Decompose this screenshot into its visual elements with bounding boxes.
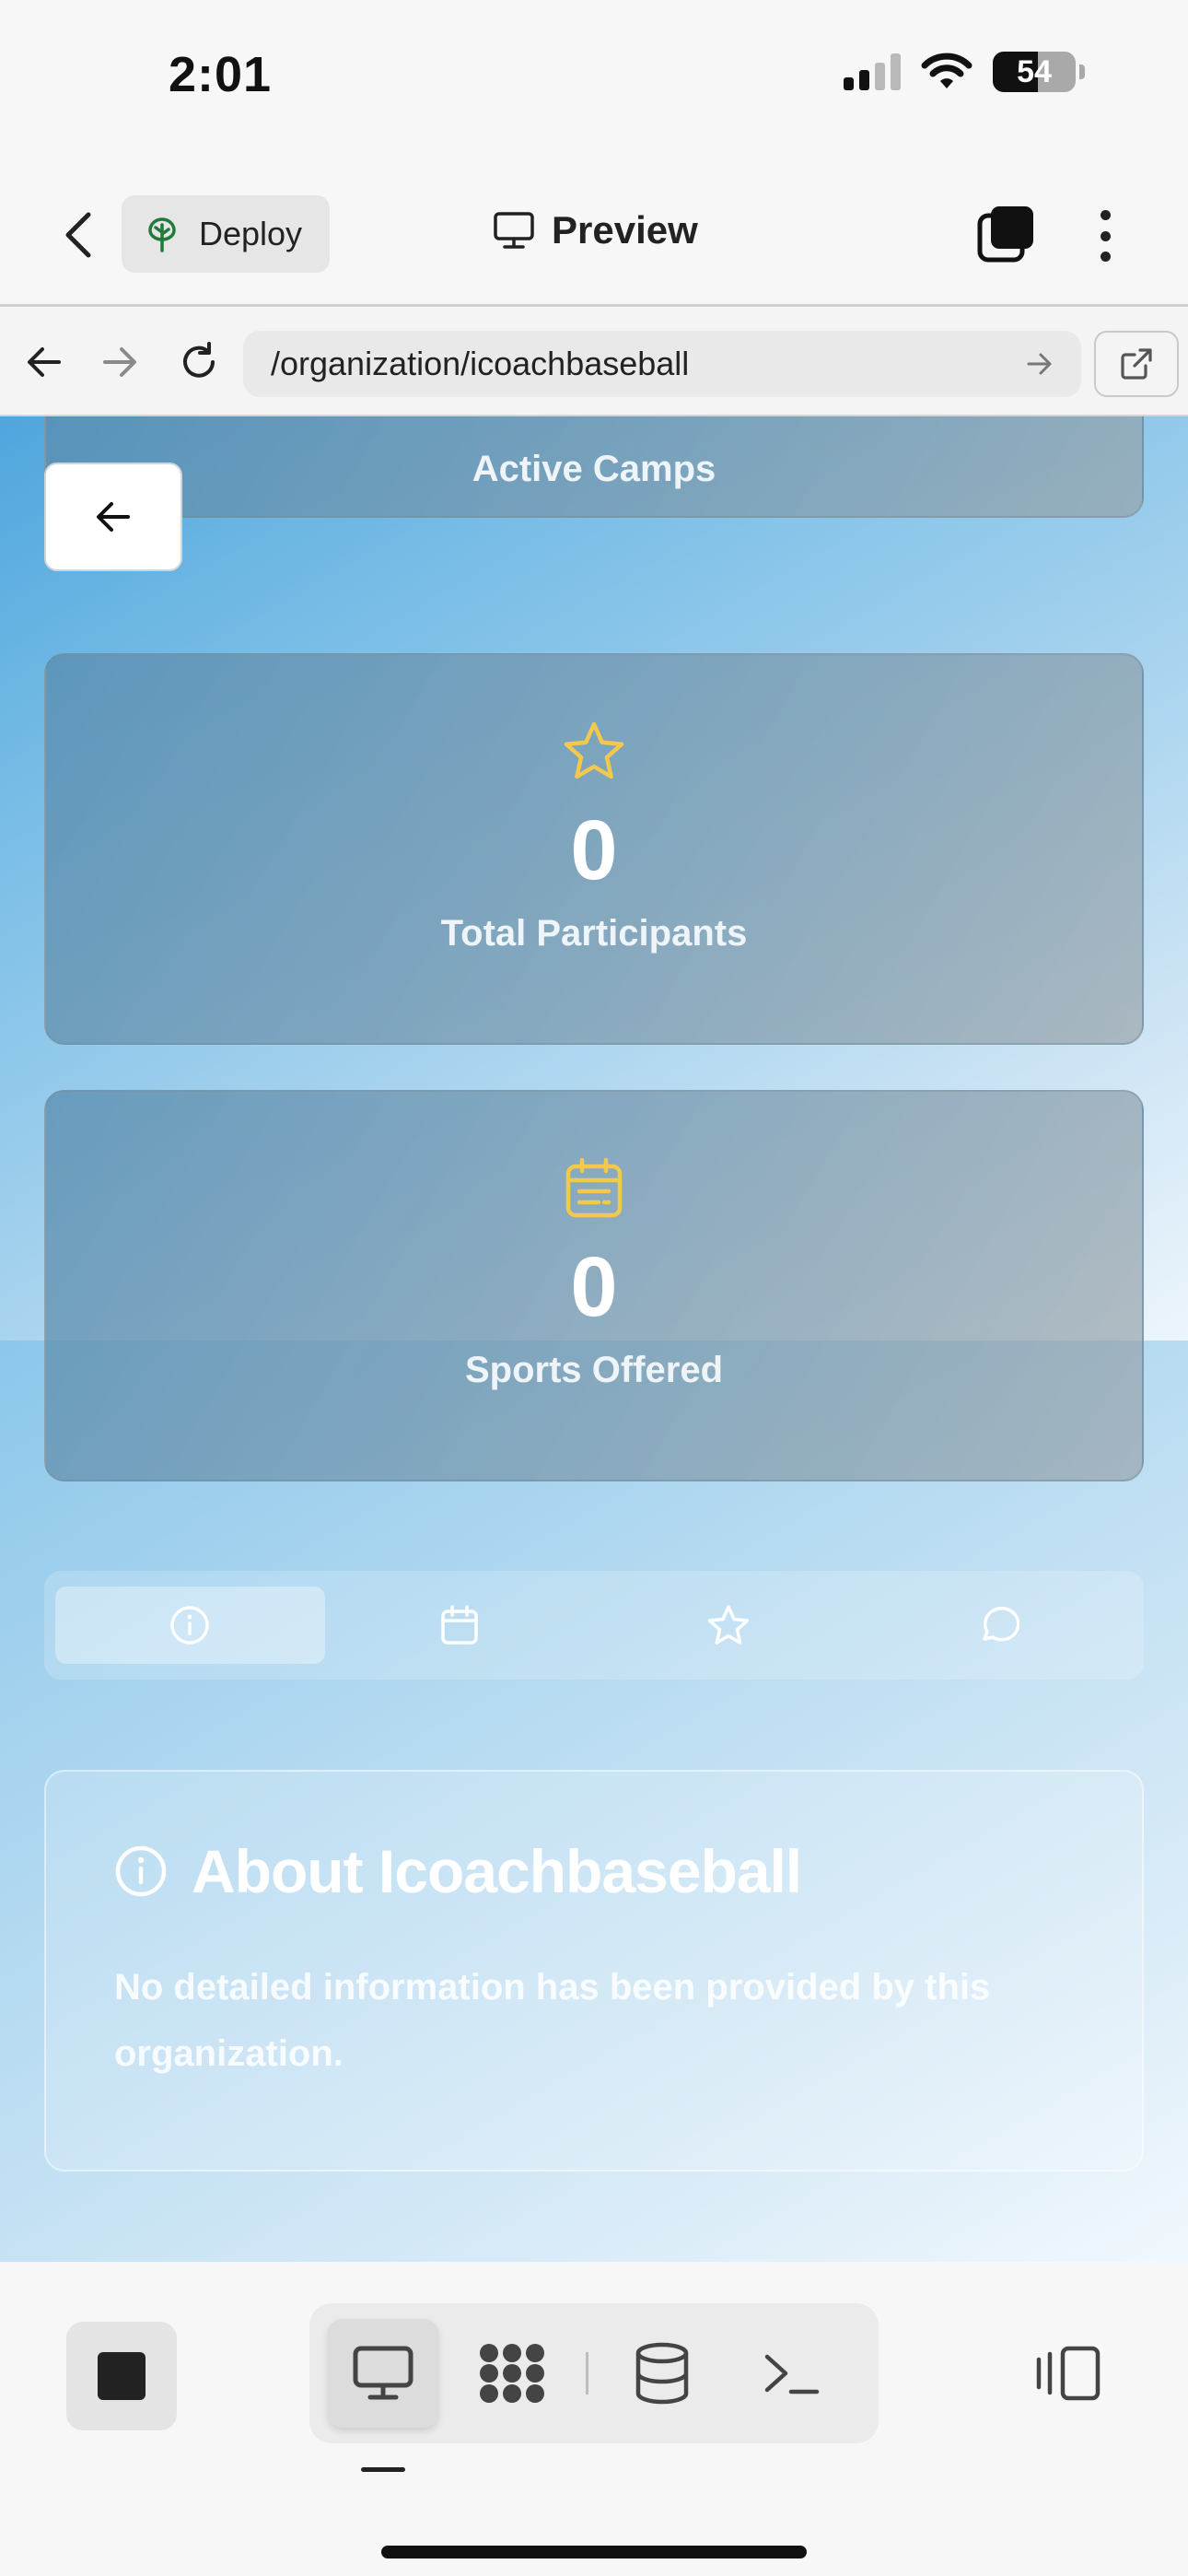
tool-database[interactable]: [607, 2319, 717, 2428]
page-back-button[interactable]: [44, 463, 182, 571]
stat-card-active-camps: 0 Active Camps: [44, 416, 1144, 518]
stat-label: Sports Offered: [464, 1350, 724, 1390]
bottom-toolbar: [0, 2262, 1188, 2576]
stat-label: Active Camps: [472, 449, 716, 489]
status-bar: 2:01 54: [0, 0, 1188, 166]
apps-icon: [480, 2344, 544, 2403]
stop-icon: [98, 2352, 146, 2400]
tabs-icon[interactable]: [976, 205, 1035, 263]
preview-title: Preview: [493, 208, 698, 252]
calendar-icon: [441, 1605, 478, 1645]
chevron-left-icon[interactable]: [55, 207, 101, 263]
home-indicator: [381, 2546, 807, 2558]
stat-value: 0: [570, 1240, 618, 1334]
go-arrow-icon[interactable]: [1026, 352, 1054, 376]
tab-info[interactable]: [55, 1587, 325, 1664]
status-time: 2:01: [169, 47, 273, 102]
stat-value: 0: [570, 416, 617, 426]
deploy-label: Deploy: [199, 215, 303, 252]
stat-label: Total Participants: [440, 913, 748, 954]
external-link-icon: [1121, 348, 1152, 380]
star-icon: [708, 1605, 750, 1645]
tab-messages[interactable]: [864, 1587, 1134, 1664]
active-tool-indicator: [361, 2467, 405, 2472]
tool-divider: [586, 2352, 588, 2395]
info-icon: [115, 1845, 167, 1897]
monitor-icon: [353, 2346, 413, 2400]
about-title-text: About Icoachbaseball: [192, 1837, 802, 1905]
arrow-left-icon[interactable]: [17, 334, 72, 390]
about-card: About Icoachbaseball No detailed informa…: [44, 1770, 1144, 2172]
url-input[interactable]: /organization/icoachbaseball: [243, 331, 1081, 397]
more-vertical-icon[interactable]: [1087, 206, 1124, 265]
stat-value: 0: [570, 803, 618, 897]
external-link-button[interactable]: [1094, 331, 1179, 397]
battery-level: 54: [1017, 53, 1052, 89]
arrow-right-icon[interactable]: [92, 334, 147, 390]
browser-bar: /organization/icoachbaseball: [0, 304, 1188, 416]
battery-tip: [1079, 64, 1085, 79]
tool-apps[interactable]: [457, 2319, 567, 2428]
preview-label: Preview: [552, 208, 698, 252]
message-icon: [983, 1606, 1019, 1642]
arrow-left-icon: [97, 502, 130, 532]
calendar-icon: [565, 1157, 623, 1218]
section-tabs: [44, 1571, 1144, 1680]
star-icon: [564, 721, 624, 779]
stop-button[interactable]: [66, 2322, 177, 2430]
stat-card-sports-offered: 0 Sports Offered: [44, 1090, 1144, 1481]
panel-toggle-icon[interactable]: [1031, 2340, 1105, 2406]
tool-terminal[interactable]: [736, 2319, 846, 2428]
wifi-icon: [921, 53, 973, 88]
database-icon: [635, 2342, 689, 2405]
tab-reviews[interactable]: [594, 1587, 864, 1664]
about-title: About Icoachbaseball: [114, 1836, 1074, 1906]
reload-icon[interactable]: [171, 334, 227, 390]
tool-group: [309, 2303, 879, 2443]
terminal-icon: [764, 2354, 820, 2395]
app-header: Deploy Preview: [0, 166, 1188, 304]
tool-preview[interactable]: [328, 2319, 438, 2428]
stat-card-total-participants: 0 Total Participants: [44, 653, 1144, 1045]
cellular-signal-icon: [844, 53, 901, 90]
tab-camps[interactable]: [325, 1587, 595, 1664]
url-text: /organization/icoachbaseball: [271, 345, 690, 382]
deploy-button[interactable]: Deploy: [122, 195, 330, 273]
battery-icon: 54: [993, 52, 1076, 92]
monitor-icon: [494, 212, 534, 249]
tree-icon: [148, 217, 176, 252]
about-description: No detailed information has been provide…: [114, 1967, 991, 2074]
info-icon: [170, 1606, 209, 1645]
status-icons: 54: [844, 52, 1085, 92]
page-content: 0 Active Camps 0 Total Participants 0 Sp…: [0, 416, 1188, 2262]
